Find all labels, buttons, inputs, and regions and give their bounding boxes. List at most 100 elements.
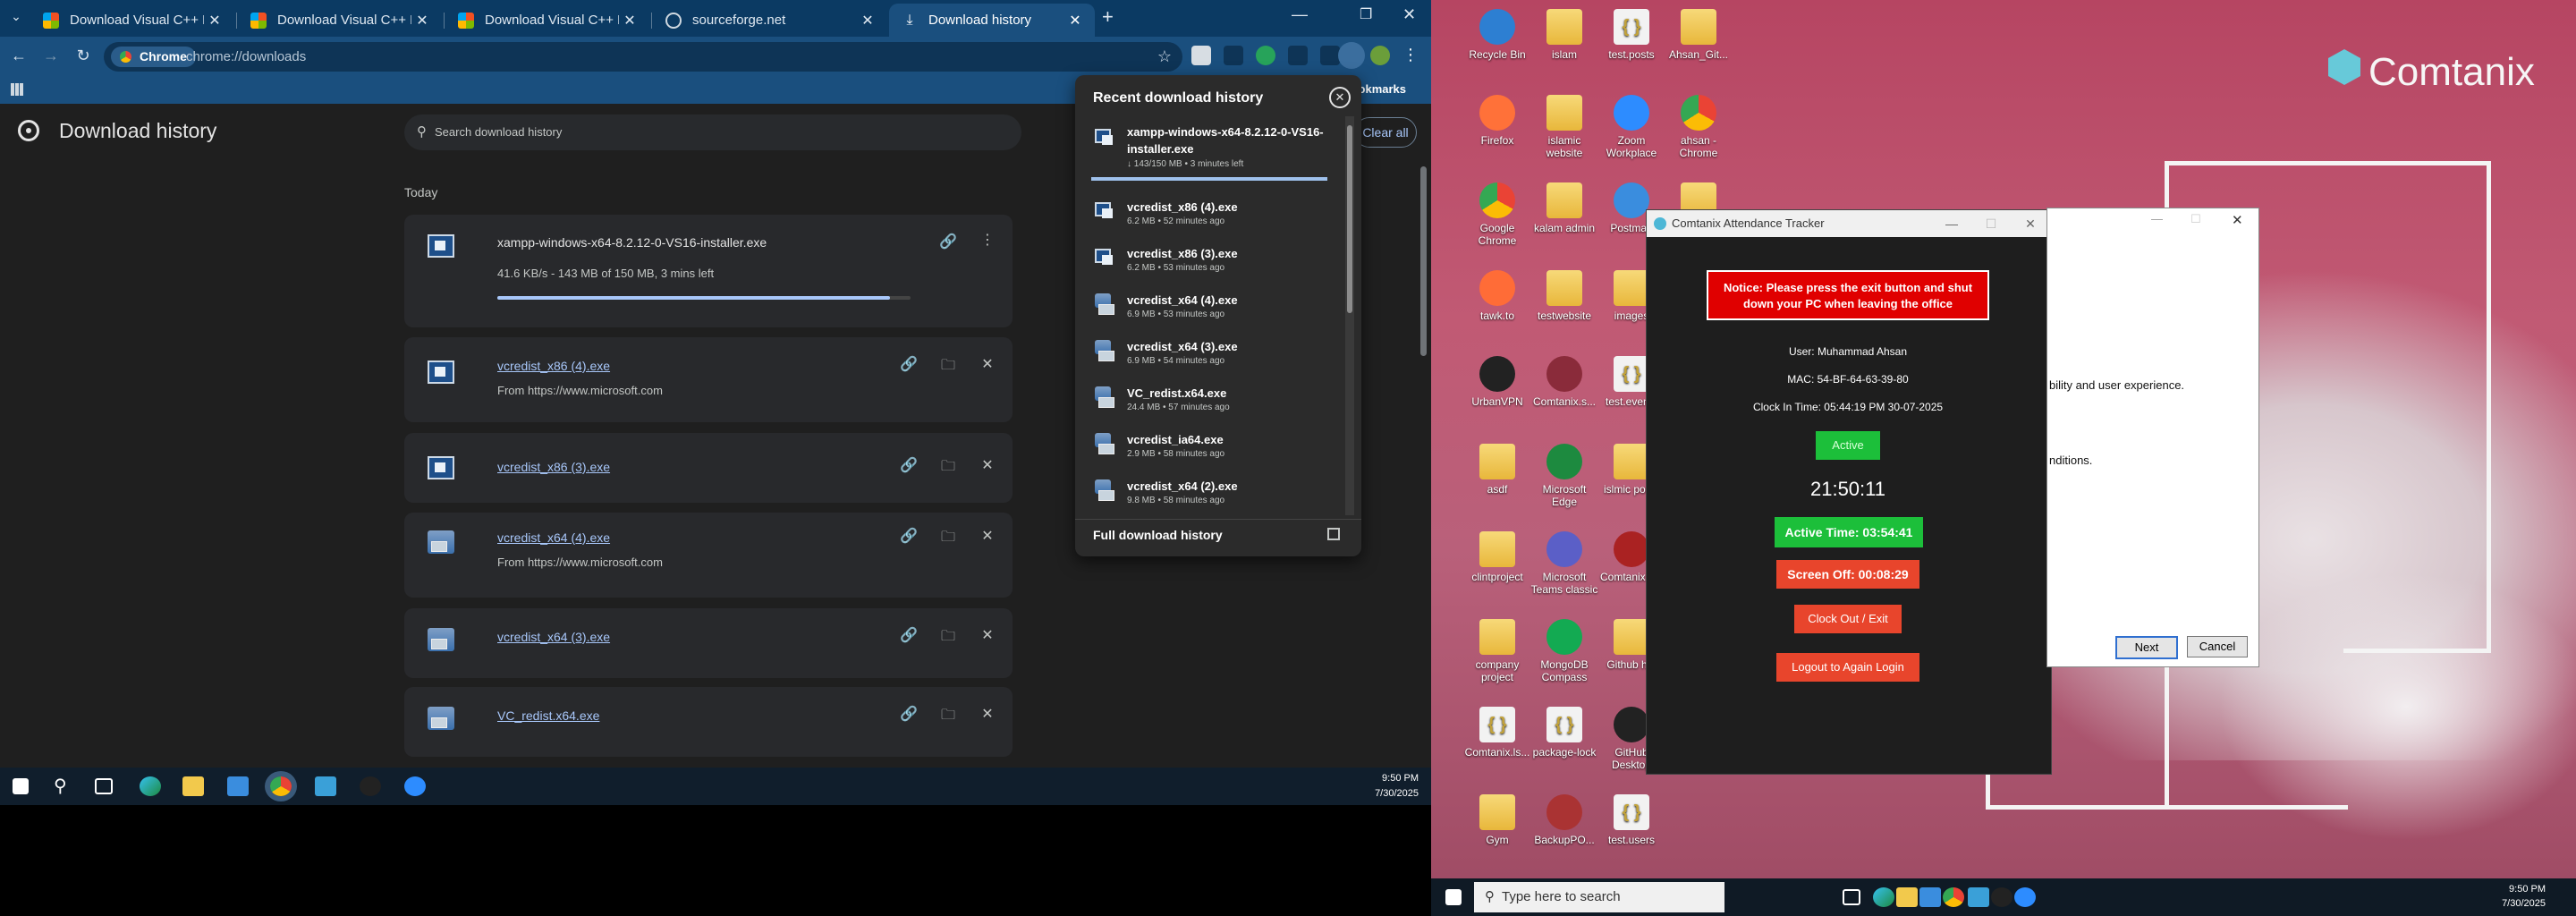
forward-icon[interactable]: → [39, 44, 63, 67]
profile-avatar[interactable] [1370, 46, 1390, 65]
close-window-icon[interactable]: ✕ [1402, 5, 1416, 24]
extension-icon[interactable] [1191, 46, 1211, 65]
folder-icon[interactable]: 🗀 [937, 705, 959, 729]
back-icon[interactable]: ← [7, 44, 30, 67]
desktop-icon[interactable]: Ahsan_Git... [1665, 9, 1733, 61]
desktop-icon[interactable]: { } test.posts [1597, 9, 1665, 61]
more-options-icon[interactable]: ⋮ [977, 231, 998, 249]
clear-all-button[interactable]: Clear all [1354, 117, 1417, 148]
desktop-icon[interactable]: islam [1530, 9, 1598, 61]
address-bar[interactable]: Chrome chrome://downloads ☆ [104, 42, 1182, 72]
desktop-icon[interactable]: Recycle Bin [1463, 9, 1531, 61]
full-download-history-link[interactable]: Full download history [1093, 528, 1223, 542]
folder-icon[interactable]: 🗀 [937, 626, 959, 650]
open-external-icon[interactable] [1327, 528, 1340, 540]
desktop-icon[interactable]: clintproject [1463, 531, 1531, 583]
window-title-bar[interactable]: Comtanix Attendance Tracker — ☐ ✕ [1647, 210, 2051, 237]
maximize-icon[interactable]: ☐ [1970, 210, 2012, 237]
desktop-icon[interactable]: company project [1463, 619, 1531, 683]
new-tab-button[interactable]: + [1102, 5, 1114, 29]
vscode-icon[interactable] [315, 776, 336, 796]
export-extension-icon[interactable] [1288, 46, 1308, 65]
search-icon[interactable]: ⚲ [54, 776, 75, 796]
close-popup-icon[interactable]: ✕ [1329, 87, 1351, 108]
clock-out-button[interactable]: Clock Out / Exit [1794, 605, 1902, 633]
copy-link-icon[interactable]: 🔗 [898, 355, 919, 373]
desktop-icon[interactable]: Google Chrome [1463, 182, 1531, 247]
cancel-button[interactable]: Cancel [2187, 636, 2248, 657]
tab-search-icon[interactable]: ⌄ [7, 9, 25, 24]
maximize-icon[interactable]: ☐ [2190, 212, 2201, 226]
desktop-icon[interactable]: { } package-lock [1530, 707, 1598, 759]
minimize-icon[interactable]: — [2151, 212, 2163, 225]
urbanvpn-icon[interactable] [360, 776, 381, 796]
file-name-link[interactable]: vcredist_x86 (3).exe [497, 460, 610, 474]
desktop-icon[interactable]: MongoDB Compass [1530, 619, 1598, 683]
file-name-link[interactable]: vcredist_x86 (4).exe [497, 359, 610, 373]
remove-icon[interactable]: ✕ [977, 626, 998, 644]
copy-link-icon[interactable]: 🔗 [898, 626, 919, 644]
task-view-icon[interactable] [1843, 889, 1860, 905]
system-clock[interactable]: 9:50 PM 7/30/2025 [2502, 882, 2546, 911]
chrome-icon[interactable] [1943, 887, 1964, 907]
copy-link-icon[interactable]: 🔗 [898, 705, 919, 723]
desktop-icon[interactable]: { } test.users [1597, 794, 1665, 846]
vscode-icon[interactable] [1968, 887, 1989, 907]
start-icon[interactable] [1445, 889, 1462, 905]
copy-link-icon[interactable]: 🔗 [898, 456, 919, 474]
edge-icon[interactable] [1873, 887, 1894, 907]
search-input[interactable]: ⚲ Search download history [404, 114, 1021, 150]
copy-link-icon[interactable]: 🔗 [937, 233, 959, 250]
file-name-link[interactable]: vcredist_x64 (4).exe [497, 530, 610, 545]
remove-icon[interactable]: ✕ [977, 527, 998, 545]
dialog-title-bar[interactable]: — ☐ ✕ [2047, 208, 2258, 235]
tab-vc-redist-3[interactable]: Download Visual C++ Redistrib ✕ [445, 4, 649, 37]
desktop-icon[interactable]: { } Comtanix.ls... [1463, 707, 1531, 759]
desktop-icon[interactable]: islamic website [1530, 95, 1598, 159]
minimize-icon[interactable]: — [1931, 210, 1972, 237]
bookmark-star-icon[interactable]: ☆ [1157, 42, 1172, 72]
file-explorer-icon[interactable] [182, 776, 204, 796]
remove-icon[interactable]: ✕ [977, 456, 998, 474]
folder-icon[interactable]: 🗀 [937, 527, 959, 551]
store-icon[interactable] [227, 776, 249, 796]
menu-dots-icon[interactable]: ⋮ [1402, 46, 1419, 65]
url-text[interactable]: chrome://downloads [186, 42, 306, 72]
close-icon[interactable]: ✕ [857, 12, 878, 30]
system-clock[interactable]: 9:50 PM 7/30/2025 [1375, 771, 1419, 802]
pen-extension-icon[interactable] [1224, 46, 1243, 65]
desktop-icon[interactable]: UrbanVPN [1463, 356, 1531, 408]
desktop-icon[interactable]: testwebsite [1530, 270, 1598, 322]
logout-button[interactable]: Logout to Again Login [1776, 653, 1919, 682]
desktop-icon[interactable]: Firefox [1463, 95, 1531, 147]
tab-vc-redist-2[interactable]: Download Visual C++ Redistrib ✕ [238, 4, 442, 37]
download-button-icon[interactable] [1338, 42, 1365, 69]
edge-icon[interactable] [140, 776, 161, 796]
task-view-icon[interactable] [95, 778, 113, 794]
close-icon[interactable]: ✕ [204, 12, 225, 30]
desktop-icon[interactable]: asdf [1463, 444, 1531, 496]
taskbar-search-input[interactable]: ⚲ Type here to search [1474, 882, 1724, 912]
file-name-link[interactable]: vcredist_x64 (3).exe [497, 630, 610, 644]
file-name-link[interactable]: VC_redist.x64.exe [497, 708, 599, 723]
tab-download-history[interactable]: ⤓ Download history ✕ [889, 4, 1095, 37]
tab-vc-redist-1[interactable]: Download Visual C++ Redistrib ✕ [30, 4, 234, 37]
page-scrollbar[interactable] [1420, 166, 1427, 356]
copy-link-icon[interactable]: 🔗 [898, 527, 919, 545]
reload-icon[interactable]: ↻ [72, 44, 95, 67]
chrome-chip[interactable]: Chrome [111, 47, 196, 67]
store-icon[interactable] [1919, 887, 1941, 907]
minimize-icon[interactable]: — [1292, 5, 1308, 24]
puzzle-icon[interactable] [1320, 46, 1340, 65]
popup-scrollbar[interactable] [1345, 116, 1354, 515]
close-window-icon[interactable]: ✕ [2010, 210, 2051, 237]
remove-icon[interactable]: ✕ [977, 705, 998, 723]
tab-sourceforge[interactable]: sourceforge.net ✕ [653, 4, 887, 37]
close-icon[interactable]: ✕ [1064, 12, 1086, 30]
desktop-icon[interactable]: Comtanix.s... [1530, 356, 1598, 408]
restore-icon[interactable]: ❐ [1360, 5, 1372, 23]
shield-extension-icon[interactable] [1256, 46, 1275, 65]
folder-icon[interactable]: 🗀 [937, 456, 959, 480]
zoom-icon[interactable] [404, 776, 426, 796]
close-icon[interactable]: ✕ [619, 12, 640, 30]
